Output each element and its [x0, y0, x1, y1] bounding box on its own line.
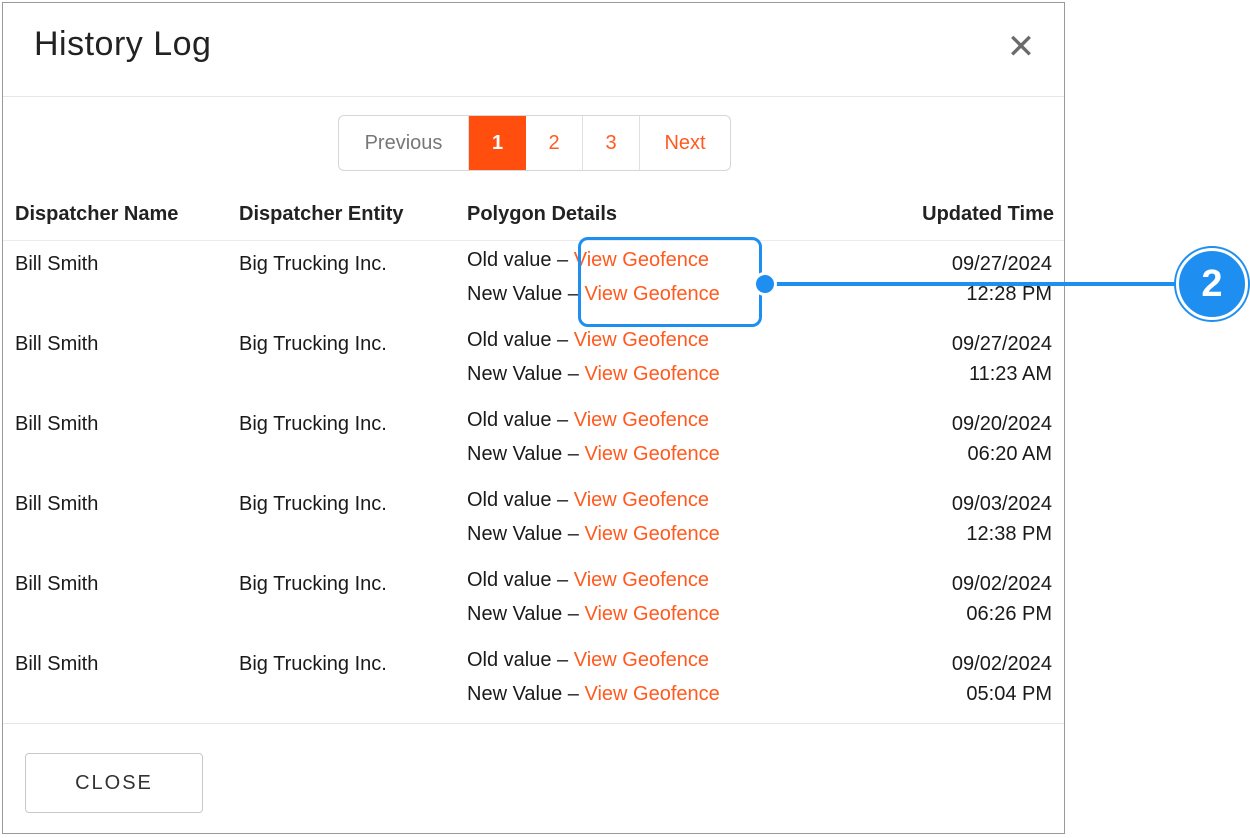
- dispatcher-name-cell: Bill Smith: [15, 253, 99, 275]
- pagination-previous-button[interactable]: Previous: [339, 116, 469, 170]
- dispatcher-name-cell: Bill Smith: [15, 493, 99, 515]
- dispatcher-entity-cell: Big Trucking Inc.: [239, 653, 387, 675]
- old-value-view-geofence-link[interactable]: View Geofence: [574, 569, 709, 591]
- pagination-page-2[interactable]: 2: [526, 116, 583, 170]
- column-header-dispatcher-name: Dispatcher Name: [15, 203, 179, 225]
- old-value-line: Old value – View Geofence: [467, 649, 709, 672]
- new-value-line: New Value – View Geofence: [467, 683, 720, 706]
- updated-time-cell: 06:26 PM: [966, 603, 1052, 625]
- table-row: Bill Smith Big Trucking Inc. Old value – V…: [3, 321, 1064, 401]
- callout-highlight-box: [578, 237, 762, 327]
- dispatcher-name-cell: Bill Smith: [15, 573, 99, 595]
- table-row: Bill Smith Big Trucking Inc. Old value – V…: [3, 641, 1064, 721]
- new-value-line: New Value – View Geofence: [467, 363, 720, 386]
- dispatcher-name-cell: Bill Smith: [15, 333, 99, 355]
- footer-divider: [3, 723, 1064, 724]
- dispatcher-entity-cell: Big Trucking Inc.: [239, 333, 387, 355]
- old-value-label: Old value –: [467, 249, 569, 271]
- pagination-page-1[interactable]: 1: [469, 116, 526, 170]
- column-header-updated-time: Updated Time: [922, 203, 1054, 225]
- old-value-label: Old value –: [467, 409, 569, 431]
- callout-number-badge: 2: [1176, 248, 1248, 320]
- updated-date-cell: 09/27/2024: [951, 333, 1052, 355]
- dispatcher-name-cell: Bill Smith: [15, 653, 99, 675]
- new-value-view-geofence-link[interactable]: View Geofence: [584, 683, 719, 705]
- dispatcher-entity-cell: Big Trucking Inc.: [239, 573, 387, 595]
- pagination-page-3[interactable]: 3: [583, 116, 640, 170]
- new-value-view-geofence-link[interactable]: View Geofence: [584, 363, 719, 385]
- old-value-view-geofence-link[interactable]: View Geofence: [574, 409, 709, 431]
- old-value-line: Old value – View Geofence: [467, 569, 709, 592]
- pagination-next-button[interactable]: Next: [640, 116, 730, 170]
- new-value-view-geofence-link[interactable]: View Geofence: [584, 523, 719, 545]
- close-icon[interactable]: ✕: [1003, 27, 1039, 67]
- old-value-label: Old value –: [467, 489, 569, 511]
- old-value-label: Old value –: [467, 649, 569, 671]
- old-value-line: Old value – View Geofence: [467, 409, 709, 432]
- table-row: Bill Smith Big Trucking Inc. Old value – V…: [3, 241, 1064, 321]
- new-value-label: New Value –: [467, 603, 579, 625]
- dispatcher-entity-cell: Big Trucking Inc.: [239, 253, 387, 275]
- table-row: Bill Smith Big Trucking Inc. Old value – V…: [3, 401, 1064, 481]
- new-value-label: New Value –: [467, 683, 579, 705]
- new-value-view-geofence-link[interactable]: View Geofence: [584, 603, 719, 625]
- old-value-view-geofence-link[interactable]: View Geofence: [574, 489, 709, 511]
- updated-time-cell: 12:28 PM: [966, 283, 1052, 305]
- old-value-label: Old value –: [467, 329, 569, 351]
- new-value-line: New Value – View Geofence: [467, 603, 720, 626]
- new-value-label: New Value –: [467, 283, 579, 305]
- updated-time-cell: 11:23 AM: [968, 363, 1052, 385]
- old-value-line: Old value – View Geofence: [467, 329, 709, 352]
- history-log-modal: History Log ✕ Previous 1 2 3 Next Dispat…: [2, 2, 1065, 834]
- updated-date-cell: 09/02/2024: [951, 573, 1052, 595]
- new-value-line: New Value – View Geofence: [467, 523, 720, 546]
- old-value-view-geofence-link[interactable]: View Geofence: [574, 649, 709, 671]
- updated-date-cell: 09/02/2024: [951, 653, 1052, 675]
- updated-date-cell: 09/27/2024: [951, 253, 1052, 275]
- updated-date-cell: 09/20/2024: [951, 413, 1052, 435]
- table-row: Bill Smith Big Trucking Inc. Old value – V…: [3, 481, 1064, 561]
- old-value-label: Old value –: [467, 569, 569, 591]
- updated-time-cell: 12:38 PM: [966, 523, 1052, 545]
- column-header-polygon-details: Polygon Details: [467, 203, 618, 225]
- modal-header: History Log ✕: [3, 3, 1064, 97]
- old-value-line: Old value – View Geofence: [467, 489, 709, 512]
- updated-date-cell: 09/03/2024: [951, 493, 1052, 515]
- dispatcher-entity-cell: Big Trucking Inc.: [239, 493, 387, 515]
- pagination: Previous 1 2 3 Next: [338, 115, 731, 171]
- new-value-line: New Value – View Geofence: [467, 443, 720, 466]
- new-value-label: New Value –: [467, 363, 579, 385]
- updated-time-cell: 06:20 AM: [967, 443, 1052, 465]
- new-value-view-geofence-link[interactable]: View Geofence: [584, 443, 719, 465]
- close-button[interactable]: CLOSE: [25, 753, 203, 813]
- updated-time-cell: 05:04 PM: [966, 683, 1052, 705]
- callout-connector-line: [775, 282, 1181, 286]
- new-value-label: New Value –: [467, 443, 579, 465]
- callout-anchor-dot: [753, 272, 777, 296]
- column-header-dispatcher-entity: Dispatcher Entity: [239, 203, 404, 225]
- dispatcher-name-cell: Bill Smith: [15, 413, 99, 435]
- modal-title: History Log: [34, 25, 212, 63]
- old-value-view-geofence-link[interactable]: View Geofence: [574, 329, 709, 351]
- table-row: Bill Smith Big Trucking Inc. Old value – V…: [3, 561, 1064, 641]
- new-value-label: New Value –: [467, 523, 579, 545]
- dispatcher-entity-cell: Big Trucking Inc.: [239, 413, 387, 435]
